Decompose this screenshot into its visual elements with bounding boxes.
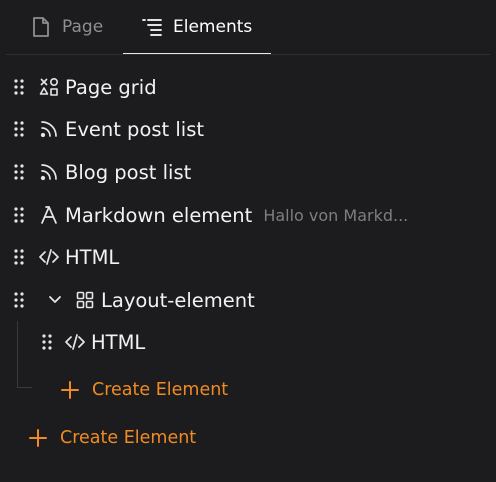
elements-panel: Page Elements Page grid Event post list …: [0, 0, 496, 482]
layout-grid-icon: [75, 290, 95, 310]
element-label: Event post list: [65, 117, 205, 141]
element-row-page-grid[interactable]: Page grid: [13, 69, 157, 105]
tab-elements-label: Elements: [173, 16, 253, 37]
create-element-button-nested[interactable]: Create Element: [60, 376, 228, 404]
element-preview-text: Hallo von Markd...: [263, 205, 409, 225]
rss-icon: [39, 119, 59, 139]
element-label: Layout-element: [101, 288, 255, 312]
element-label: Markdown element: [65, 203, 253, 227]
element-label: HTML: [91, 330, 146, 354]
tree-connector-line: [17, 321, 32, 388]
chevron-down-icon[interactable]: [47, 292, 63, 308]
code-icon: [65, 332, 85, 352]
element-row-nested-html[interactable]: HTML: [41, 324, 145, 360]
drag-handle-icon[interactable]: [13, 291, 25, 309]
shapes-grid-icon: [39, 77, 59, 97]
element-row-blog-post-list[interactable]: Blog post list: [13, 154, 191, 190]
plus-icon: [60, 380, 80, 400]
element-label: Blog post list: [65, 160, 192, 184]
tab-elements[interactable]: Elements: [123, 0, 271, 54]
element-label: Page grid: [65, 75, 157, 99]
create-element-label: Create Element: [60, 428, 197, 448]
element-row-markdown[interactable]: Markdown element Hallo von Markd...: [13, 197, 408, 233]
code-icon: [39, 247, 59, 267]
drag-handle-icon[interactable]: [13, 248, 25, 266]
create-element-button[interactable]: Create Element: [28, 424, 196, 452]
element-row-html[interactable]: HTML: [13, 239, 119, 275]
create-element-label: Create Element: [92, 380, 229, 400]
drag-handle-icon[interactable]: [41, 333, 53, 351]
tab-page-label: Page: [62, 17, 104, 37]
plus-icon: [28, 428, 48, 448]
typography-icon: [39, 205, 59, 225]
rss-icon: [39, 162, 59, 182]
element-row-layout[interactable]: Layout-element: [13, 282, 255, 318]
page-icon: [30, 16, 52, 38]
tab-bar: Page Elements: [6, 0, 490, 55]
drag-handle-icon[interactable]: [13, 78, 25, 96]
drag-handle-icon[interactable]: [13, 120, 25, 138]
list-tree-icon: [141, 16, 163, 38]
element-row-event-post-list[interactable]: Event post list: [13, 111, 204, 147]
drag-handle-icon[interactable]: [13, 163, 25, 181]
drag-handle-icon[interactable]: [13, 206, 25, 224]
tab-page[interactable]: Page: [30, 0, 103, 54]
element-label: HTML: [65, 245, 120, 269]
